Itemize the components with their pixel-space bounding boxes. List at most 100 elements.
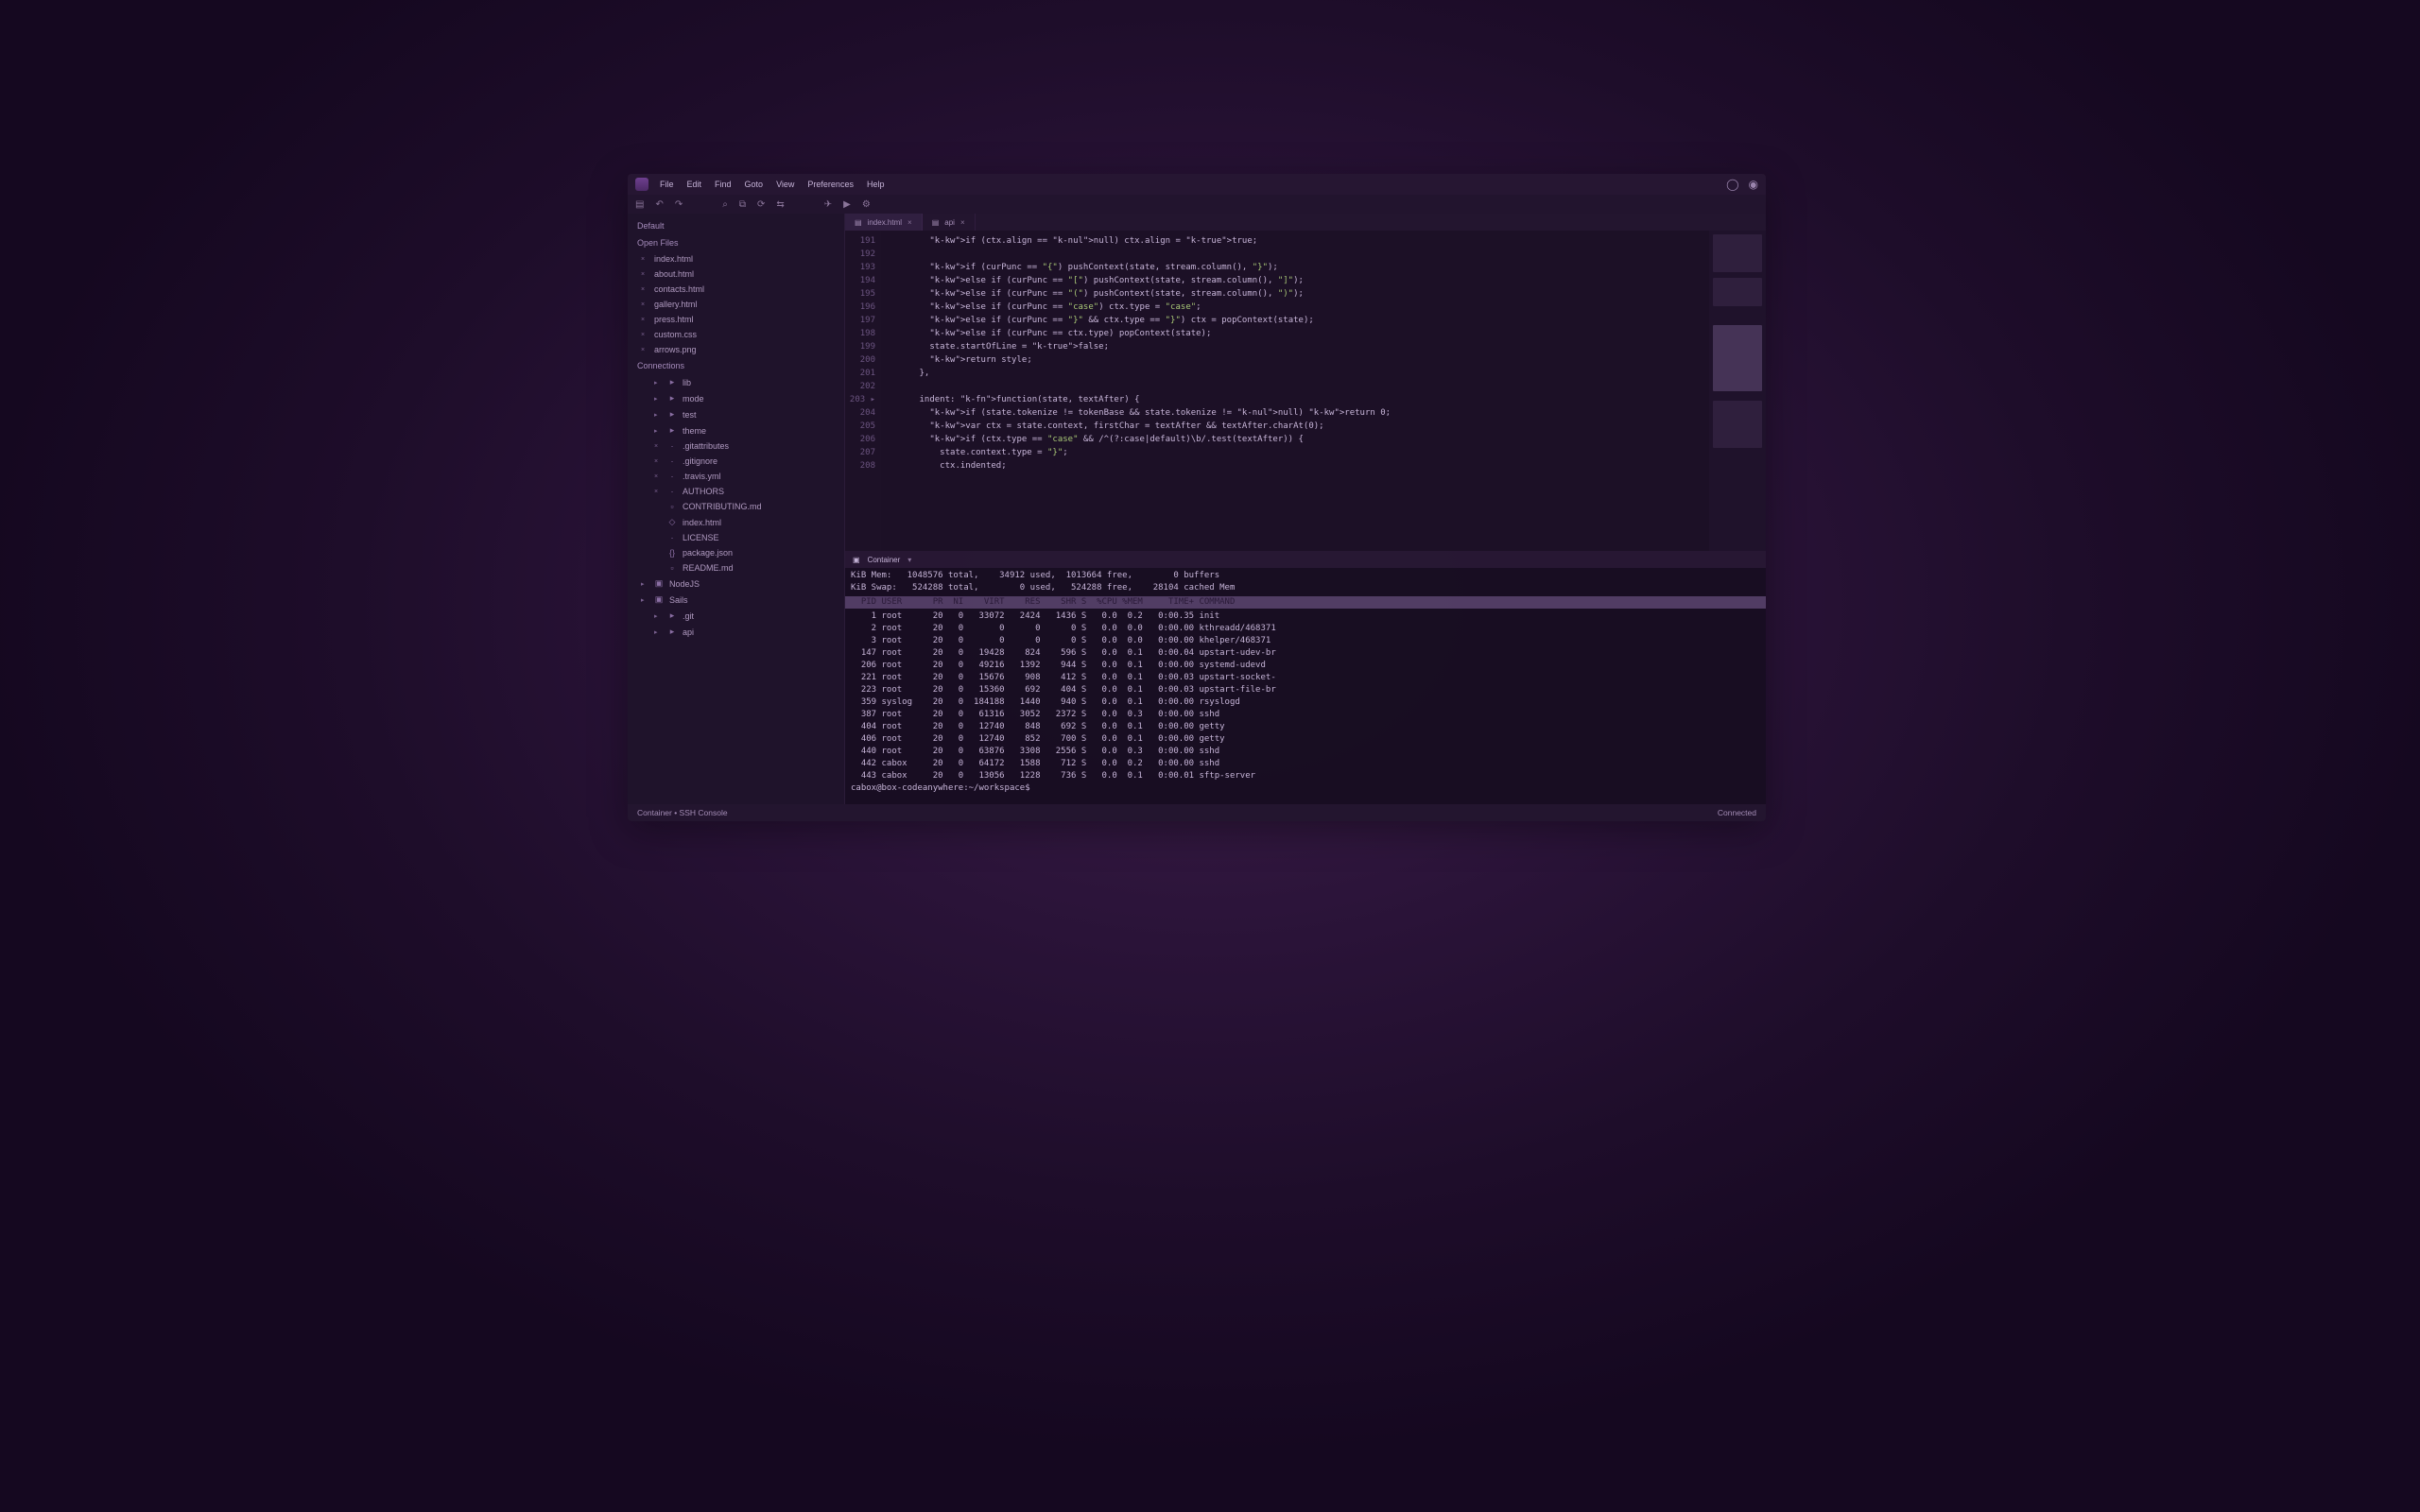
menu-bar: File Edit Find Goto View Preferences Hel… — [660, 180, 884, 189]
chevron-icon: × — [641, 301, 648, 308]
html-icon: ◇ — [667, 517, 677, 527]
tree-label: Sails — [669, 595, 688, 605]
file-label: gallery.html — [654, 300, 697, 309]
sidebar-open-files-label: Open Files — [628, 234, 844, 251]
terminal-tab-label[interactable]: Container — [868, 556, 901, 564]
tree-item[interactable]: ▸▣NodeJS — [628, 576, 844, 592]
file-label: contacts.html — [654, 284, 704, 294]
tree-item[interactable]: ×·.gitignore — [628, 454, 844, 469]
open-file-item[interactable]: ×arrows.png — [628, 342, 844, 357]
md-icon: ▫ — [667, 502, 677, 511]
statusbar-left[interactable]: Container • SSH Console — [637, 808, 728, 817]
tree-label: test — [683, 410, 697, 420]
app-logo — [635, 178, 648, 191]
code-editor[interactable]: 191 192 193 194 195 196 197 198 199 200 … — [845, 231, 1766, 551]
tree-item[interactable]: ▸▣Sails — [628, 592, 844, 608]
statusbar-right: Connected — [1718, 808, 1756, 817]
file-icon: ▤ — [855, 218, 862, 227]
chevron-icon: × — [654, 489, 662, 495]
tree-label: mode — [683, 394, 704, 404]
tree-label: theme — [683, 426, 706, 436]
file-icon: · — [667, 472, 677, 481]
tree-label: .gitattributes — [683, 441, 729, 451]
toolbar-copy-icon[interactable]: ⧉ — [739, 199, 746, 210]
chevron-icon: ▸ — [654, 395, 662, 403]
toolbar: ▤ ↶ ↷ ⌕ ⧉ ⟳ ⇆ ✈ ▶ ⚙ — [628, 195, 1766, 214]
tree-item[interactable]: ▸▸theme — [628, 422, 844, 438]
tree-item[interactable]: × · .gitattributes — [628, 438, 844, 454]
file-label: index.html — [654, 254, 693, 264]
tree-item[interactable]: ▸▸mode — [628, 390, 844, 406]
toolbar-new-icon[interactable]: ▤ — [635, 199, 644, 210]
folder-icon: ▸ — [667, 610, 677, 621]
tree-item[interactable]: {}package.json — [628, 545, 844, 560]
open-file-item[interactable]: × index.html — [628, 251, 844, 266]
json-icon: {} — [667, 548, 677, 558]
tree-item[interactable]: ▸▸api — [628, 624, 844, 640]
code-content[interactable]: "k-kw">if (ctx.align == "k-nul">null) ct… — [881, 231, 1709, 551]
open-file-item[interactable]: × gallery.html — [628, 297, 844, 312]
chevron-icon: × — [654, 473, 662, 480]
ide-window: File Edit Find Goto View Preferences Hel… — [628, 174, 1766, 821]
toolbar-search-icon[interactable]: ⌕ — [722, 199, 728, 210]
chevron-icon: ▸ — [641, 596, 648, 604]
notifications-icon[interactable]: ◯ — [1726, 178, 1738, 191]
menu-view[interactable]: View — [776, 180, 794, 189]
tree-label: lib — [683, 378, 691, 387]
terminal[interactable]: KiB Mem: 1048576 total, 34912 used, 1013… — [845, 568, 1766, 804]
tree-label: .gitignore — [683, 456, 717, 466]
toolbar-run-icon[interactable]: ▶ — [843, 199, 851, 210]
minimap[interactable] — [1709, 231, 1766, 551]
chevron-icon: ▸ — [654, 411, 662, 419]
folder-icon: ▸ — [667, 377, 677, 387]
file-icon: · — [667, 456, 677, 466]
toolbar-sync-icon[interactable]: ⇆ — [776, 199, 784, 210]
tree-item[interactable]: ▸▸lib — [628, 374, 844, 390]
file-icon: · — [667, 441, 677, 451]
menu-find[interactable]: Find — [715, 180, 732, 189]
tree-label: NodeJS — [669, 579, 700, 589]
menu-edit[interactable]: Edit — [687, 180, 702, 189]
chevron-down-icon[interactable]: ▾ — [908, 556, 911, 564]
menu-help[interactable]: Help — [867, 180, 885, 189]
toolbar-settings-icon[interactable]: ⚙ — [862, 199, 871, 210]
tab-api[interactable]: ▤ api × — [923, 214, 976, 231]
tab-label: api — [944, 218, 955, 227]
toolbar-undo-icon[interactable]: ↶ — [655, 199, 663, 210]
toolbar-refresh-icon[interactable]: ⟳ — [757, 199, 765, 210]
open-file-item[interactable]: ×press.html — [628, 312, 844, 327]
tree-item[interactable]: ▫CONTRIBUTING.md — [628, 499, 844, 514]
open-file-item[interactable]: ×about.html — [628, 266, 844, 282]
toolbar-redo-icon[interactable]: ↷ — [675, 199, 683, 210]
tree-item[interactable]: ▸▸test — [628, 406, 844, 422]
toolbar-deploy-icon[interactable]: ✈ — [824, 199, 832, 210]
terminal-tabstrip: ▣ Container ▾ — [845, 551, 1766, 568]
chevron-icon: × — [641, 332, 648, 338]
server-icon: ▣ — [654, 578, 664, 589]
tree-item[interactable]: ×·.travis.yml — [628, 469, 844, 484]
chevron-icon: × — [641, 271, 648, 278]
main-pane: ▤ index.html × ▤ api × 191 192 193 194 1… — [845, 214, 1766, 804]
account-icon[interactable]: ◉ — [1749, 178, 1758, 191]
tree-item[interactable]: ▫README.md — [628, 560, 844, 576]
chevron-icon: × — [654, 443, 662, 450]
menu-goto[interactable]: Goto — [745, 180, 764, 189]
close-icon[interactable]: × — [908, 218, 912, 227]
tab-index-html[interactable]: ▤ index.html × — [845, 214, 923, 231]
menu-file[interactable]: File — [660, 180, 674, 189]
open-file-item[interactable]: ×contacts.html — [628, 282, 844, 297]
sidebar-default-label: Default — [628, 217, 844, 234]
tree-item[interactable]: ·LICENSE — [628, 530, 844, 545]
close-icon[interactable]: × — [960, 218, 965, 227]
tree-item[interactable]: ×·AUTHORS — [628, 484, 844, 499]
tree-label: .git — [683, 611, 694, 621]
tree-item[interactable]: ◇index.html — [628, 514, 844, 530]
chevron-icon: × — [641, 256, 648, 263]
sidebar-connections-label: Connections — [628, 357, 844, 374]
open-file-item[interactable]: ×custom.css — [628, 327, 844, 342]
menu-preferences[interactable]: Preferences — [807, 180, 854, 189]
chevron-icon: × — [641, 317, 648, 323]
tree-label: api — [683, 627, 694, 637]
statusbar: Container • SSH Console Connected — [628, 804, 1766, 821]
tree-item[interactable]: ▸▸.git — [628, 608, 844, 624]
